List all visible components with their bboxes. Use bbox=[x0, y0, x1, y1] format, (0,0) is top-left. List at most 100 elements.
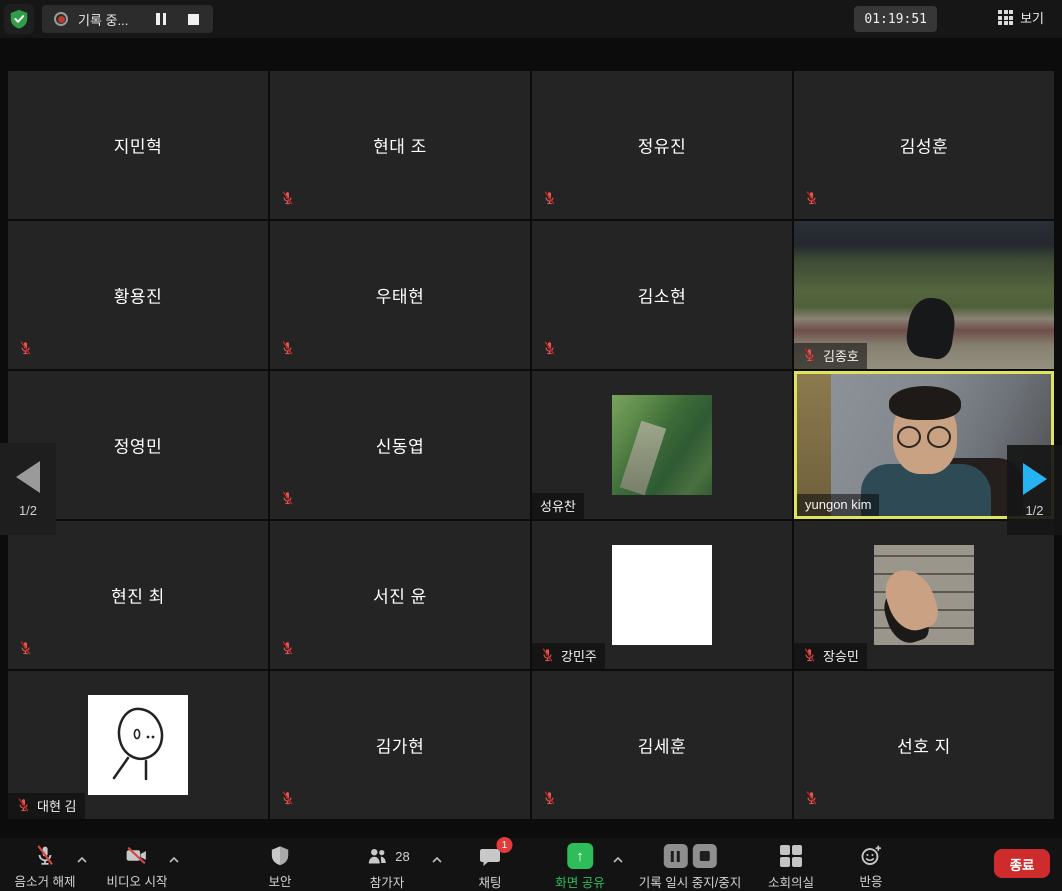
stop-recording-button[interactable] bbox=[692, 844, 716, 868]
participant-tile[interactable]: 장승민 bbox=[794, 521, 1054, 669]
participant-tile[interactable]: 김소현 bbox=[532, 221, 792, 369]
doodle-face-icon bbox=[88, 695, 188, 795]
muted-mic-icon bbox=[18, 640, 33, 657]
participant-tile[interactable]: 지민혁 bbox=[8, 71, 268, 219]
gallery-view-icon bbox=[998, 10, 1013, 25]
participant-tile[interactable]: 성유찬 bbox=[532, 371, 792, 519]
start-video-button[interactable]: 비디오 시작 bbox=[107, 843, 168, 890]
audio-options-chevron[interactable] bbox=[77, 850, 87, 868]
participant-name: 현진 최 bbox=[111, 583, 165, 608]
participant-name: 대현 김 bbox=[37, 796, 77, 815]
participant-tile[interactable]: 신동엽 bbox=[270, 371, 530, 519]
participant-name-chip: yungon kim bbox=[797, 494, 879, 516]
participant-name: 김성훈 bbox=[900, 133, 948, 158]
view-button[interactable]: 보기 bbox=[998, 8, 1044, 27]
share-screen-icon: ↑ bbox=[567, 843, 593, 869]
muted-mic-icon bbox=[280, 490, 295, 507]
participant-name: 정영민 bbox=[114, 433, 162, 458]
participant-name: 신동엽 bbox=[376, 433, 424, 458]
reactions-label: 반응 bbox=[859, 871, 882, 890]
participant-count: 28 bbox=[395, 849, 409, 864]
participant-name: 김종호 bbox=[823, 346, 859, 365]
page-indicator-left: 1/2 bbox=[19, 503, 37, 518]
chat-unread-badge: 1 bbox=[497, 837, 513, 853]
security-status-button[interactable] bbox=[4, 4, 34, 34]
participant-name: 선호 지 bbox=[897, 733, 951, 758]
participant-tile[interactable]: 우태현 bbox=[270, 221, 530, 369]
participant-tile[interactable]: 김세훈 bbox=[532, 671, 792, 819]
previous-page-button[interactable]: 1/2 bbox=[0, 443, 56, 535]
recording-dot-icon bbox=[54, 12, 68, 26]
page-indicator-right: 1/2 bbox=[1025, 503, 1043, 518]
security-label: 보안 bbox=[268, 871, 291, 890]
participant-name: 성유찬 bbox=[540, 496, 576, 515]
breakout-rooms-button[interactable]: 소회의실 bbox=[768, 843, 814, 891]
pause-recording-icon[interactable] bbox=[152, 9, 170, 29]
participant-tile[interactable]: 정유진 bbox=[532, 71, 792, 219]
participant-tile[interactable]: 김성훈 bbox=[794, 71, 1054, 219]
muted-mic-icon bbox=[542, 340, 557, 357]
record-control: 기록 일시 중지/중지 bbox=[639, 843, 741, 891]
recording-label: 기록 중... bbox=[78, 10, 128, 29]
participant-avatar bbox=[612, 545, 712, 645]
share-screen-button[interactable]: ↑ 화면 공유 bbox=[555, 843, 604, 891]
participant-name-chip: 김종호 bbox=[794, 343, 867, 369]
breakout-rooms-icon bbox=[780, 845, 803, 868]
next-page-button[interactable]: 1/2 bbox=[1007, 445, 1062, 535]
reactions-button[interactable]: 반응 bbox=[859, 843, 884, 890]
muted-indicator bbox=[280, 640, 295, 662]
chevron-left-icon bbox=[16, 461, 40, 493]
participant-name-chip: 장승민 bbox=[794, 643, 867, 669]
participant-name: 지민혁 bbox=[114, 133, 162, 158]
unmute-button[interactable]: 음소거 해제 bbox=[15, 843, 76, 890]
participant-name: 현대 조 bbox=[373, 133, 427, 158]
muted-mic-icon bbox=[280, 340, 295, 357]
participant-tile[interactable]: 현대 조 bbox=[270, 71, 530, 219]
pause-recording-button[interactable] bbox=[663, 844, 687, 868]
muted-mic-icon bbox=[540, 647, 555, 664]
muted-mic-icon bbox=[18, 340, 33, 357]
muted-indicator bbox=[18, 340, 33, 362]
breakout-rooms-label: 소회의실 bbox=[768, 872, 814, 891]
video-options-chevron[interactable] bbox=[169, 850, 179, 868]
participant-tile[interactable]: 김종호 bbox=[794, 221, 1054, 369]
camera-off-icon bbox=[124, 843, 150, 868]
participant-name: 황용진 bbox=[114, 283, 162, 308]
participant-name-chip: 대현 김 bbox=[8, 793, 85, 819]
muted-indicator bbox=[280, 790, 295, 812]
stop-recording-icon[interactable] bbox=[188, 14, 199, 25]
chevron-right-icon bbox=[1023, 463, 1047, 495]
share-options-chevron[interactable] bbox=[613, 850, 623, 868]
muted-indicator bbox=[280, 490, 295, 512]
muted-mic-icon bbox=[280, 190, 295, 207]
participant-tile[interactable]: 선호 지 bbox=[794, 671, 1054, 819]
participants-button[interactable]: 28 참가자 bbox=[364, 843, 409, 891]
muted-indicator bbox=[804, 790, 819, 812]
participant-name: 서진 윤 bbox=[373, 583, 427, 608]
end-meeting-button[interactable]: 종료 bbox=[994, 849, 1050, 878]
muted-mic-icon bbox=[542, 790, 557, 807]
participant-avatar bbox=[874, 545, 974, 645]
participant-name-chip: 성유찬 bbox=[532, 493, 584, 519]
participant-tile[interactable]: 서진 윤 bbox=[270, 521, 530, 669]
muted-indicator bbox=[280, 190, 295, 212]
participant-name: 장승민 bbox=[823, 646, 859, 665]
participant-name-chip: 강민주 bbox=[532, 643, 605, 669]
video-stage: 지민혁 현대 조 정유진 김성훈황용진 우태현김소현김종호정영민 신동엽성유찬 yungo… bbox=[0, 38, 1062, 838]
muted-mic-icon bbox=[804, 790, 819, 807]
participant-tile[interactable]: 김가현 bbox=[270, 671, 530, 819]
participant-tile[interactable]: 강민주 bbox=[532, 521, 792, 669]
chat-button[interactable]: 1 채팅 bbox=[478, 843, 503, 891]
muted-mic-icon bbox=[542, 190, 557, 207]
security-button[interactable]: 보안 bbox=[268, 843, 291, 890]
participant-avatar bbox=[88, 695, 188, 795]
participant-grid: 지민혁 현대 조 정유진 김성훈황용진 우태현김소현김종호정영민 신동엽성유찬 yungo… bbox=[8, 71, 1054, 819]
participant-tile[interactable]: 현진 최 bbox=[8, 521, 268, 669]
participant-name: 김가현 bbox=[376, 733, 424, 758]
meeting-toolbar: 음소거 해제 비디오 시작 보안 28 참가자 bbox=[0, 838, 1062, 891]
participant-tile[interactable]: 황용진 bbox=[8, 221, 268, 369]
muted-mic-icon bbox=[280, 640, 295, 657]
participants-options-chevron[interactable] bbox=[432, 850, 442, 868]
muted-indicator bbox=[542, 340, 557, 362]
participant-tile[interactable]: 대현 김 bbox=[8, 671, 268, 819]
